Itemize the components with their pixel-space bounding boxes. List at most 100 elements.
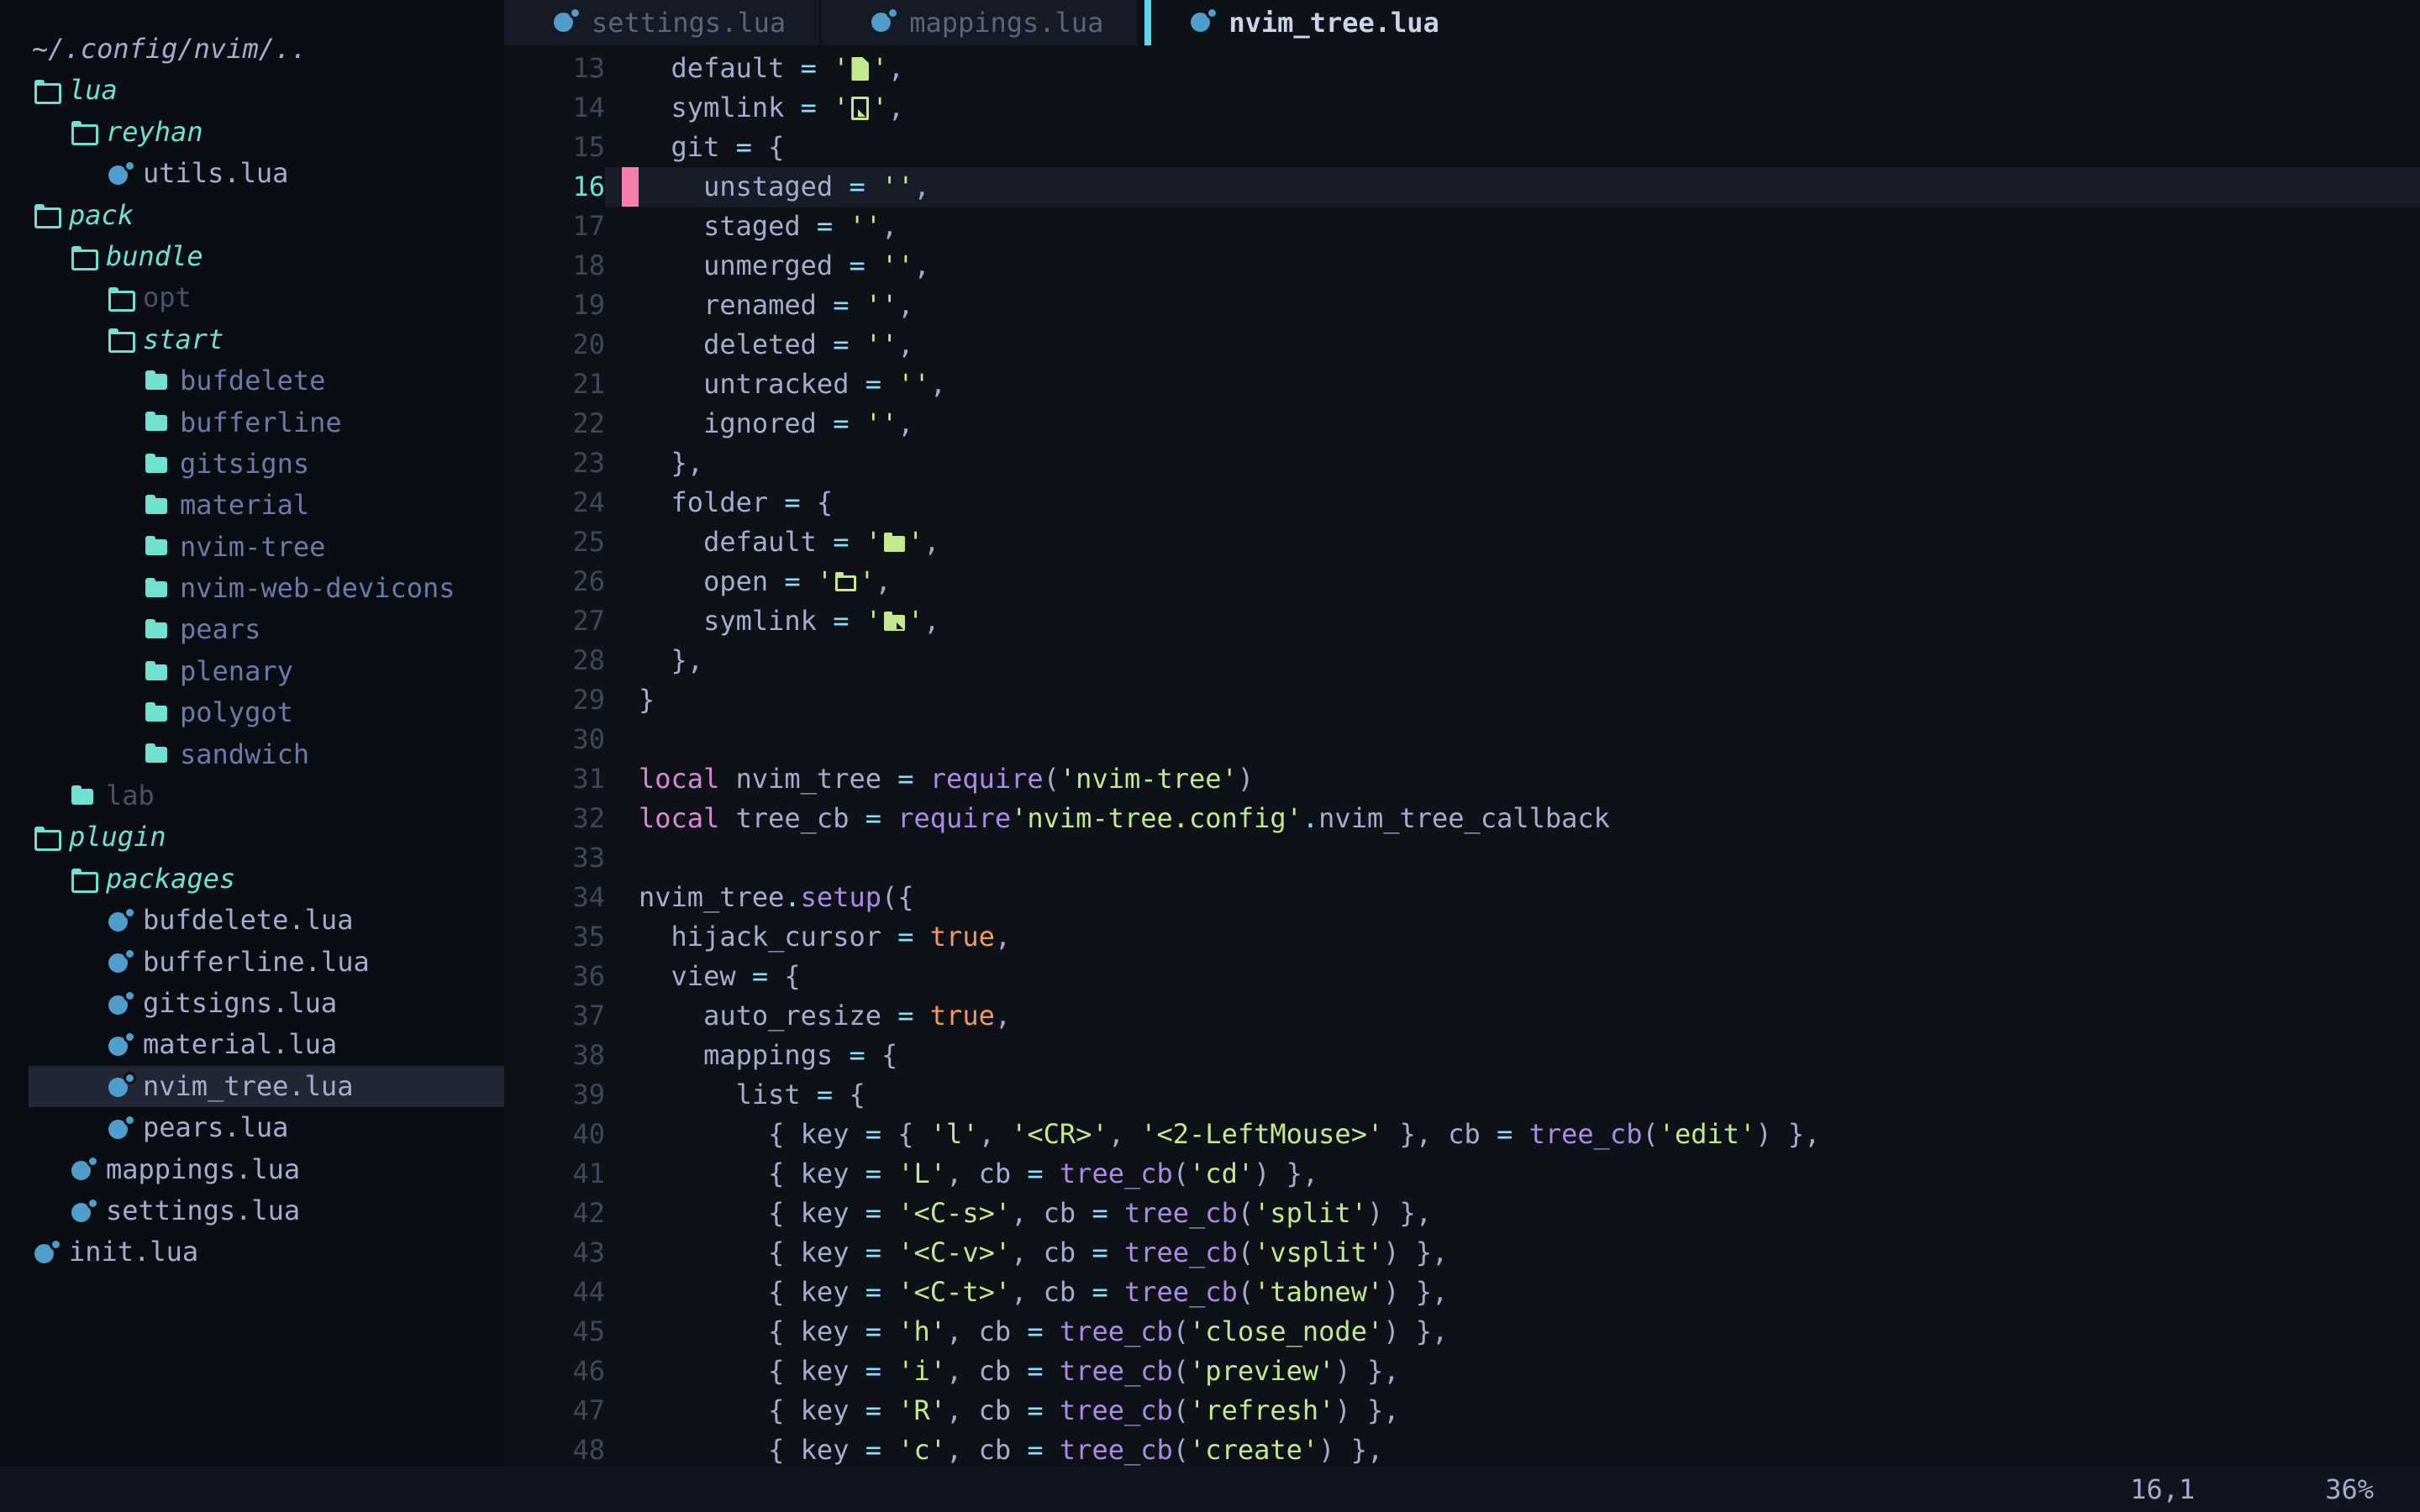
line-number: 25 <box>504 522 605 562</box>
tree-root-path[interactable]: ~/.config/nvim/.. <box>0 29 504 70</box>
tree-item-bundle[interactable]: bundle <box>0 236 504 277</box>
code-line-34[interactable]: 34nvim_tree.setup({ <box>504 878 2420 917</box>
tree-item-packages[interactable]: packages <box>0 858 504 900</box>
code-line-15[interactable]: 15 git = { <box>504 128 2420 167</box>
code-area[interactable]: 13 default = '',14 symlink = '',15 git =… <box>504 45 2420 1467</box>
code-line-48[interactable]: 48 { key = 'c', cb = tree_cb('create') }… <box>504 1431 2420 1467</box>
lua-file-icon <box>106 989 134 1019</box>
line-body: { key = '<C-t>', cb = tree_cb('tabnew') … <box>605 1273 2420 1312</box>
line-text: { key = { 'l', '<CR>', '<2-LeftMouse>' }… <box>639 1115 1820 1154</box>
code-line-46[interactable]: 46 { key = 'i', cb = tree_cb('preview') … <box>504 1352 2420 1391</box>
tree-item-material-lua[interactable]: material.lua <box>0 1024 504 1065</box>
tree-item-label: reyhan <box>106 112 203 153</box>
tree-item-pack[interactable]: pack <box>0 195 504 236</box>
code-line-18[interactable]: 18 unmerged = '', <box>504 246 2420 286</box>
sign-column <box>622 1312 639 1352</box>
tree-item-label: start <box>143 319 224 360</box>
folder-open-icon <box>32 200 60 230</box>
tab-nvim_tree-lua[interactable]: nvim_tree.lua <box>1151 0 1472 45</box>
code-line-38[interactable]: 38 mappings = { <box>504 1036 2420 1075</box>
code-line-16[interactable]: 16 unstaged = '', <box>504 167 2420 207</box>
code-line-43[interactable]: 43 { key = '<C-v>', cb = tree_cb('vsplit… <box>504 1233 2420 1273</box>
tree-item-lua[interactable]: lua <box>0 70 504 111</box>
line-text: local tree_cb = require'nvim-tree.config… <box>639 799 1610 838</box>
sign-column <box>622 246 639 286</box>
code-line-29[interactable]: 29} <box>504 680 2420 720</box>
line-text: hijack_cursor = true, <box>639 917 1011 957</box>
code-line-41[interactable]: 41 { key = 'L', cb = tree_cb('cd') }, <box>504 1154 2420 1194</box>
line-number: 39 <box>504 1075 605 1115</box>
code-line-42[interactable]: 42 { key = '<C-s>', cb = tree_cb('split'… <box>504 1194 2420 1233</box>
nvim-tree-sidebar: ~/.config/nvim/.. luareyhanutils.luapack… <box>0 0 504 1467</box>
folder-closed-icon <box>143 739 171 769</box>
code-line-33[interactable]: 33 <box>504 838 2420 878</box>
lua-file-icon <box>69 1154 97 1184</box>
tree-item-gitsigns[interactable]: gitsigns <box>0 444 504 485</box>
code-line-25[interactable]: 25 default = '', <box>504 522 2420 562</box>
tree-root-label: ~/.config/nvim/.. <box>32 29 308 70</box>
line-text: { key = '<C-t>', cb = tree_cb('tabnew') … <box>639 1273 1448 1312</box>
code-line-22[interactable]: 22 ignored = '', <box>504 404 2420 444</box>
line-number: 13 <box>504 49 605 88</box>
code-line-28[interactable]: 28 }, <box>504 641 2420 680</box>
tree-item-settings-lua[interactable]: settings.lua <box>0 1190 504 1231</box>
code-line-20[interactable]: 20 deleted = '', <box>504 325 2420 365</box>
folder-closed-icon <box>143 491 171 521</box>
tree-item-pears-lua[interactable]: pears.lua <box>0 1107 504 1148</box>
tree-item-plugin[interactable]: plugin <box>0 816 504 858</box>
code-line-37[interactable]: 37 auto_resize = true, <box>504 996 2420 1036</box>
code-line-31[interactable]: 31local nvim_tree = require('nvim-tree') <box>504 759 2420 799</box>
sign-column <box>622 365 639 404</box>
symlink-arrow <box>897 622 903 629</box>
tree-item-nvim-web-devicons[interactable]: nvim-web-devicons <box>0 568 504 609</box>
tree-item-reyhan[interactable]: reyhan <box>0 112 504 153</box>
tab-mappings-lua[interactable]: mappings.lua <box>822 0 1137 45</box>
tree-item-nvim_tree-lua[interactable]: nvim_tree.lua <box>29 1066 504 1107</box>
tree-item-bufdelete[interactable]: bufdelete <box>0 360 504 402</box>
sign-column <box>622 917 639 957</box>
tree-item-material[interactable]: material <box>0 485 504 526</box>
code-line-39[interactable]: 39 list = { <box>504 1075 2420 1115</box>
code-line-32[interactable]: 32local tree_cb = require'nvim-tree.conf… <box>504 799 2420 838</box>
tree-item-opt[interactable]: opt <box>0 277 504 318</box>
line-text: { key = 'L', cb = tree_cb('cd') }, <box>639 1154 1318 1194</box>
tree-item-bufferline[interactable]: bufferline <box>0 402 504 444</box>
code-line-13[interactable]: 13 default = '', <box>504 49 2420 88</box>
code-line-19[interactable]: 19 renamed = '', <box>504 286 2420 325</box>
sign-column <box>622 641 639 680</box>
tree-item-polygot[interactable]: polygot <box>0 692 504 733</box>
code-line-26[interactable]: 26 open = '', <box>504 562 2420 601</box>
code-line-23[interactable]: 23 }, <box>504 444 2420 483</box>
code-line-17[interactable]: 17 staged = '', <box>504 207 2420 246</box>
code-line-30[interactable]: 30 <box>504 720 2420 759</box>
folder-open-icon <box>69 864 97 895</box>
tree-item-init-lua[interactable]: init.lua <box>0 1231 504 1273</box>
tree-item-start[interactable]: start <box>0 319 504 360</box>
code-line-47[interactable]: 47 { key = 'R', cb = tree_cb('refresh') … <box>504 1391 2420 1431</box>
code-line-24[interactable]: 24 folder = { <box>504 483 2420 522</box>
tree-item-utils-lua[interactable]: utils.lua <box>0 153 504 194</box>
line-text: folder = { <box>639 483 833 522</box>
code-line-27[interactable]: 27 symlink = '', <box>504 601 2420 641</box>
sign-column <box>622 167 639 207</box>
code-line-45[interactable]: 45 { key = 'h', cb = tree_cb('close_node… <box>504 1312 2420 1352</box>
tree-item-plenary[interactable]: plenary <box>0 651 504 692</box>
tab-settings-lua[interactable]: settings.lua <box>504 0 819 45</box>
code-line-14[interactable]: 14 symlink = '', <box>504 88 2420 128</box>
code-line-35[interactable]: 35 hijack_cursor = true, <box>504 917 2420 957</box>
tree-item-bufdelete-lua[interactable]: bufdelete.lua <box>0 900 504 941</box>
code-line-36[interactable]: 36 view = { <box>504 957 2420 996</box>
tree-item-pears[interactable]: pears <box>0 609 504 650</box>
folder-open-icon <box>106 283 134 313</box>
tree-item-nvim-tree[interactable]: nvim-tree <box>0 527 504 568</box>
tree-item-bufferline-lua[interactable]: bufferline.lua <box>0 942 504 983</box>
tree-item-gitsigns-lua[interactable]: gitsigns.lua <box>0 983 504 1024</box>
neovim-window: ~/.config/nvim/.. luareyhanutils.luapack… <box>0 0 2420 1512</box>
tree-item-lab[interactable]: lab <box>0 775 504 816</box>
code-line-40[interactable]: 40 { key = { 'l', '<CR>', '<2-LeftMouse>… <box>504 1115 2420 1154</box>
tree-item-sandwich[interactable]: sandwich <box>0 734 504 775</box>
code-line-44[interactable]: 44 { key = '<C-t>', cb = tree_cb('tabnew… <box>504 1273 2420 1312</box>
code-line-21[interactable]: 21 untracked = '', <box>504 365 2420 404</box>
line-number: 45 <box>504 1312 605 1352</box>
tree-item-mappings-lua[interactable]: mappings.lua <box>0 1149 504 1190</box>
